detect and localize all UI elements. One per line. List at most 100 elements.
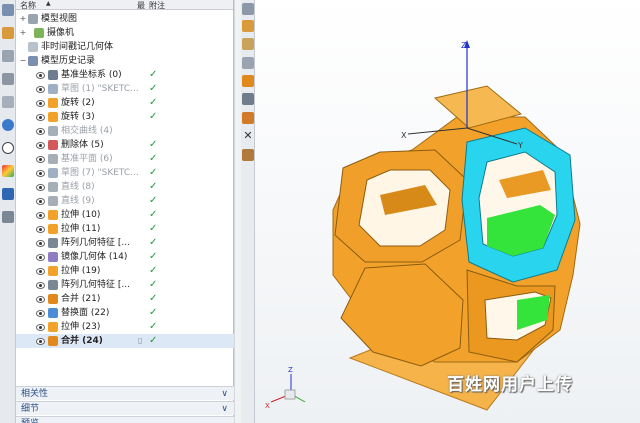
tree-row[interactable]: 拉伸 (10) ✓ xyxy=(16,208,234,222)
feature-icon xyxy=(28,14,38,24)
feature-icon xyxy=(48,112,58,122)
history-clock-icon[interactable] xyxy=(2,142,14,154)
tree-row[interactable]: 合并 (21) ✓ xyxy=(16,292,234,306)
up-to-date-check-icon: ✓ xyxy=(149,195,158,206)
visibility-eye-icon[interactable] xyxy=(36,310,45,317)
tree-row[interactable]: 直线 (9) ✓ xyxy=(16,194,234,208)
expand-icon[interactable]: + xyxy=(19,26,27,40)
preview-panel[interactable]: 预览 xyxy=(16,416,234,423)
tree-row[interactable]: + 摄像机 xyxy=(16,26,234,40)
tree-row[interactable]: 替换面 (22) ✓ xyxy=(16,306,234,320)
sketch-icon[interactable] xyxy=(242,57,254,69)
up-to-date-check-icon: ✓ xyxy=(149,307,158,318)
up-to-date-check-icon: ✓ xyxy=(149,83,158,94)
tree-row[interactable]: 删除体 (5) ✓ xyxy=(16,138,234,152)
visibility-eye-icon[interactable] xyxy=(36,198,45,205)
visibility-eye-icon[interactable] xyxy=(36,254,45,261)
extrude-icon[interactable] xyxy=(242,93,254,105)
model-graphics: Z X Y Z X xyxy=(265,40,581,411)
tree-row[interactable]: − 模型历史记录 xyxy=(16,54,234,68)
tree-row[interactable]: 镜像几何体 (14) ✓ xyxy=(16,250,234,264)
visibility-eye-icon[interactable] xyxy=(36,282,45,289)
roles-icon[interactable] xyxy=(2,188,14,200)
tree-row[interactable]: 旋转 (2) ✓ xyxy=(16,96,234,110)
constraint-navigator-icon[interactable] xyxy=(2,50,14,62)
note-column-header[interactable]: 附注 xyxy=(149,0,165,11)
tree-row[interactable]: 拉伸 (23) ✓ xyxy=(16,320,234,334)
tree-row[interactable]: 拉伸 (19) ✓ xyxy=(16,264,234,278)
triad-cube-icon xyxy=(284,389,296,400)
feature-icon xyxy=(48,308,58,318)
sort-arrow-icon[interactable]: ▲ xyxy=(46,0,51,7)
tree-row[interactable]: 合并 (24) ✓ ▯ xyxy=(16,334,234,348)
expand-icon[interactable]: + xyxy=(19,12,27,26)
tree-row[interactable]: 基准坐标系 (0) ✓ xyxy=(16,68,234,82)
chevron-down-icon[interactable]: ∨ xyxy=(221,402,228,416)
material-icon[interactable] xyxy=(2,96,14,108)
tree-row[interactable]: 拉伸 (11) ✓ xyxy=(16,222,234,236)
web-browser-icon[interactable] xyxy=(2,119,14,131)
left-resource-bar xyxy=(0,0,16,423)
tools-icon[interactable] xyxy=(2,211,14,223)
visibility-eye-icon[interactable] xyxy=(36,100,45,107)
up-to-date-check-icon: ✓ xyxy=(149,97,158,108)
pencil-icon[interactable] xyxy=(242,38,254,50)
paint-icon[interactable] xyxy=(242,112,254,124)
solid-block-icon[interactable] xyxy=(242,75,254,87)
dependencies-panel-label: 相关性 xyxy=(21,389,49,399)
name-column-header[interactable]: 名称 xyxy=(20,0,36,11)
visibility-eye-icon[interactable] xyxy=(36,184,45,191)
collapse-icon[interactable]: − xyxy=(19,54,27,68)
fit-view-icon[interactable] xyxy=(242,3,254,15)
tree-row[interactable]: 阵列几何特征 [... ✓ xyxy=(16,236,234,250)
updated-column-header[interactable]: 最 xyxy=(137,0,145,11)
up-to-date-check-icon: ✓ xyxy=(149,251,158,262)
tree-row-label: 基准平面 (6) xyxy=(61,154,113,164)
feature-icon xyxy=(48,126,58,136)
tree-row[interactable]: 直线 (8) ✓ xyxy=(16,180,234,194)
properties-icon[interactable] xyxy=(242,149,254,161)
visibility-eye-icon[interactable] xyxy=(36,86,45,93)
tree-row[interactable]: 草图 (7) "SKETC... ✓ xyxy=(16,166,234,180)
close-icon[interactable]: ✕ xyxy=(242,130,254,142)
tree-row-label: 镜像几何体 (14) xyxy=(61,252,128,262)
graphics-viewport[interactable]: Z X Y Z X xyxy=(255,0,640,423)
tree-row[interactable]: 旋转 (3) ✓ xyxy=(16,110,234,124)
navigator-scrollbar[interactable] xyxy=(234,0,241,423)
chevron-down-icon[interactable]: ∨ xyxy=(221,387,228,401)
visibility-eye-icon[interactable] xyxy=(36,128,45,135)
tree-row[interactable]: 阵列几何特征 [... ✓ xyxy=(16,278,234,292)
visibility-eye-icon[interactable] xyxy=(36,142,45,149)
part-navigator-icon[interactable] xyxy=(2,27,14,39)
feature-icon xyxy=(48,336,58,346)
dependencies-panel[interactable]: 相关性 ∨ xyxy=(16,386,234,400)
visibility-eye-icon[interactable] xyxy=(36,226,45,233)
feature-icon xyxy=(48,84,58,94)
tree-row[interactable]: + 模型视图 xyxy=(16,12,234,26)
visibility-eye-icon[interactable] xyxy=(36,170,45,177)
visibility-eye-icon[interactable] xyxy=(36,72,45,79)
tree-row[interactable]: 草图 (1) "SKETC... ✓ xyxy=(16,82,234,96)
tree-row[interactable]: 非时间戳记几何体 xyxy=(16,40,234,54)
details-panel[interactable]: 细节 ∨ xyxy=(16,401,234,415)
visibility-eye-icon[interactable] xyxy=(36,114,45,121)
system-materials-icon[interactable] xyxy=(2,165,14,177)
part-navigator: 名称 ▲ 最 附注 + 模型视图 + 摄像机 非时间戳记几何体 − 模型历史记录 基准坐标系 … xyxy=(16,0,234,423)
visibility-eye-icon[interactable] xyxy=(36,240,45,247)
triad-x-label: X xyxy=(265,402,270,410)
tree-row[interactable]: 基准平面 (6) ✓ xyxy=(16,152,234,166)
visibility-eye-icon[interactable] xyxy=(36,268,45,275)
shaded-view-icon[interactable] xyxy=(242,20,254,32)
feature-icon xyxy=(48,168,58,178)
visibility-eye-icon[interactable] xyxy=(36,212,45,219)
tree-row-label: 拉伸 (23) xyxy=(61,322,101,332)
visibility-eye-icon[interactable] xyxy=(36,296,45,303)
reuse-library-icon[interactable] xyxy=(2,73,14,85)
visibility-eye-icon[interactable] xyxy=(36,324,45,331)
up-to-date-check-icon: ✓ xyxy=(149,69,158,80)
visibility-eye-icon[interactable] xyxy=(36,338,45,345)
feature-icon xyxy=(48,210,58,220)
visibility-eye-icon[interactable] xyxy=(36,156,45,163)
assembly-navigator-icon[interactable] xyxy=(2,4,14,16)
tree-row[interactable]: 相交曲线 (4) xyxy=(16,124,234,138)
